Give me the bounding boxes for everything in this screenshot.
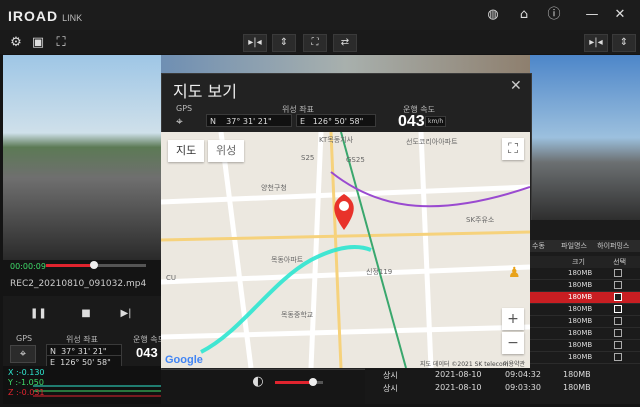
gps-label: GPS (16, 334, 33, 343)
map-close-icon[interactable]: ✕ (510, 78, 522, 94)
svg-text:SK주유소: SK주유소 (466, 216, 495, 224)
map-gps-label: GPS (176, 104, 193, 113)
map-terms-link[interactable]: 이용약관 (503, 359, 525, 368)
map-view[interactable]: KT목동지사 선도코리아아파트 S25 GS25 양천구청 SK주유소 목동아파… (161, 132, 530, 368)
video-filename: REC2_20210810_091032.mp4 (10, 279, 147, 289)
select-checkbox[interactable] (614, 293, 623, 301)
svg-text:선도코리아아파트: 선도코리아아파트 (406, 137, 458, 146)
file-size: 180MB (568, 305, 593, 313)
mirror-button-right[interactable]: ▸|◂ (584, 34, 608, 52)
seek-handle[interactable] (90, 261, 98, 269)
file-table-body: 180MB 180MB 180MB 180MB 180MB 180MB 180MB 180MB (530, 268, 640, 364)
minimize-icon[interactable]: — (584, 7, 600, 23)
gsensor-z: Z :-0.031 (8, 388, 45, 397)
flip-button-right[interactable]: ⇕ (612, 34, 636, 52)
swap-button[interactable]: ⇄ (333, 34, 357, 52)
event-time-2[interactable]: 09:03:30 (505, 383, 541, 392)
brightness-icon[interactable]: ◐ (250, 374, 266, 390)
rear-camera-video[interactable] (530, 55, 640, 220)
street-view-pegman-icon[interactable]: ♟ (508, 265, 521, 281)
brightness-fill (275, 381, 313, 384)
home-icon[interactable]: ⌂ (516, 7, 532, 23)
file-size: 180MB (568, 353, 593, 361)
save-icon[interactable]: ▣ (30, 35, 46, 51)
gsensor-y: Y :-1.050 (8, 378, 44, 387)
svg-text:KT목동지사: KT목동지사 (319, 135, 354, 144)
map-fullscreen-button[interactable]: ⛶ (502, 138, 524, 160)
svg-text:GS25: GS25 (346, 156, 365, 164)
file-size: 180MB (568, 293, 593, 301)
next-icon[interactable]: ▶| (118, 306, 134, 322)
file-size: 180MB (568, 317, 593, 325)
map-tab-map[interactable]: 지도 (168, 140, 205, 162)
map-speed-value: 043 (398, 113, 425, 130)
pause-icon[interactable]: ❚❚ (30, 306, 47, 322)
event-time-1[interactable]: 09:04:32 (505, 370, 541, 379)
select-checkbox[interactable] (614, 281, 623, 289)
zoom-in-button[interactable]: + (502, 308, 524, 330)
table-row[interactable]: 180MB (530, 280, 640, 292)
event-date-2[interactable]: 2021-08-10 (435, 383, 482, 392)
front-camera-video[interactable] (3, 55, 161, 260)
map-gps-target-icon[interactable]: ⌖ (176, 114, 183, 129)
select-checkbox[interactable] (614, 329, 623, 337)
title-bar (0, 0, 640, 30)
close-icon[interactable]: ✕ (612, 7, 628, 23)
table-row[interactable]: 180MB (530, 352, 640, 364)
svg-text:신정119: 신정119 (366, 267, 392, 276)
screenshot-icon[interactable]: ⛶ (53, 35, 69, 51)
svg-text:S25: S25 (301, 154, 314, 162)
event-size-2[interactable]: 180MB (563, 383, 591, 392)
file-table-subheader: 크기 선택 (530, 256, 640, 268)
select-checkbox[interactable] (614, 317, 623, 325)
stop-icon[interactable]: ■ (78, 306, 94, 322)
select-checkbox[interactable] (614, 305, 623, 313)
speed-value: 043 (136, 345, 158, 360)
file-size: 180MB (568, 329, 593, 337)
fullscreen-button[interactable]: ⛶ (303, 34, 327, 52)
app-logo: IROAD LINK (8, 8, 83, 24)
map-speed-unit: km/h (425, 116, 447, 127)
map-dialog-title: 지도 보기 (173, 82, 237, 101)
table-row[interactable]: 180MB (530, 304, 640, 316)
event-date-1[interactable]: 2021-08-10 (435, 370, 482, 379)
seek-progress (46, 264, 92, 267)
select-checkbox[interactable] (614, 353, 623, 361)
event-type-2[interactable]: 상시 (383, 383, 398, 394)
brightness-handle[interactable] (309, 378, 317, 386)
file-size: 180MB (568, 281, 593, 289)
svg-text:목동아파트: 목동아파트 (271, 255, 304, 264)
map-canvas: KT목동지사 선도코리아아파트 S25 GS25 양천구청 SK주유소 목동아파… (161, 132, 530, 368)
table-row[interactable]: 180MB (530, 268, 640, 280)
playback-time: 00:00:09 (10, 262, 46, 271)
gear-icon[interactable]: ⚙ (8, 35, 24, 51)
map-tab-satellite[interactable]: 위성 (208, 140, 245, 162)
mirror-button[interactable]: ▸|◂ (243, 34, 267, 52)
info-icon[interactable]: ⓘ (546, 7, 562, 23)
file-size: 180MB (568, 341, 593, 349)
event-size-1[interactable]: 180MB (563, 370, 591, 379)
map-longitude-field: E 126° 50' 58" (296, 114, 376, 127)
table-row[interactable]: 180MB (530, 328, 640, 340)
select-checkbox[interactable] (614, 341, 623, 349)
svg-text:양천구청: 양천구청 (261, 183, 287, 192)
gsensor-x: X :-0.130 (8, 368, 45, 377)
gps-target-icon[interactable]: ⌖ (10, 345, 36, 363)
event-type-1[interactable]: 상시 (383, 370, 398, 381)
google-logo: Google (165, 354, 203, 366)
table-row[interactable]: 180MB (530, 316, 640, 328)
map-attribution: 지도 데이터 ©2021 SK telecom (420, 361, 509, 368)
svg-text:CU: CU (166, 274, 176, 282)
file-table-header: 수동 파일명스 하이퍼밍스 (530, 240, 640, 252)
map-latitude-field: N 37° 31' 21" (206, 114, 292, 127)
select-checkbox[interactable] (614, 269, 623, 277)
file-size: 180MB (568, 269, 593, 277)
table-row[interactable]: 180MB (530, 292, 640, 304)
zoom-out-button[interactable]: − (502, 332, 524, 354)
flip-button[interactable]: ⇕ (272, 34, 296, 52)
globe-icon[interactable]: ◍ (485, 7, 501, 23)
table-row[interactable]: 180MB (530, 340, 640, 352)
svg-text:목동중학교: 목동중학교 (281, 310, 314, 319)
